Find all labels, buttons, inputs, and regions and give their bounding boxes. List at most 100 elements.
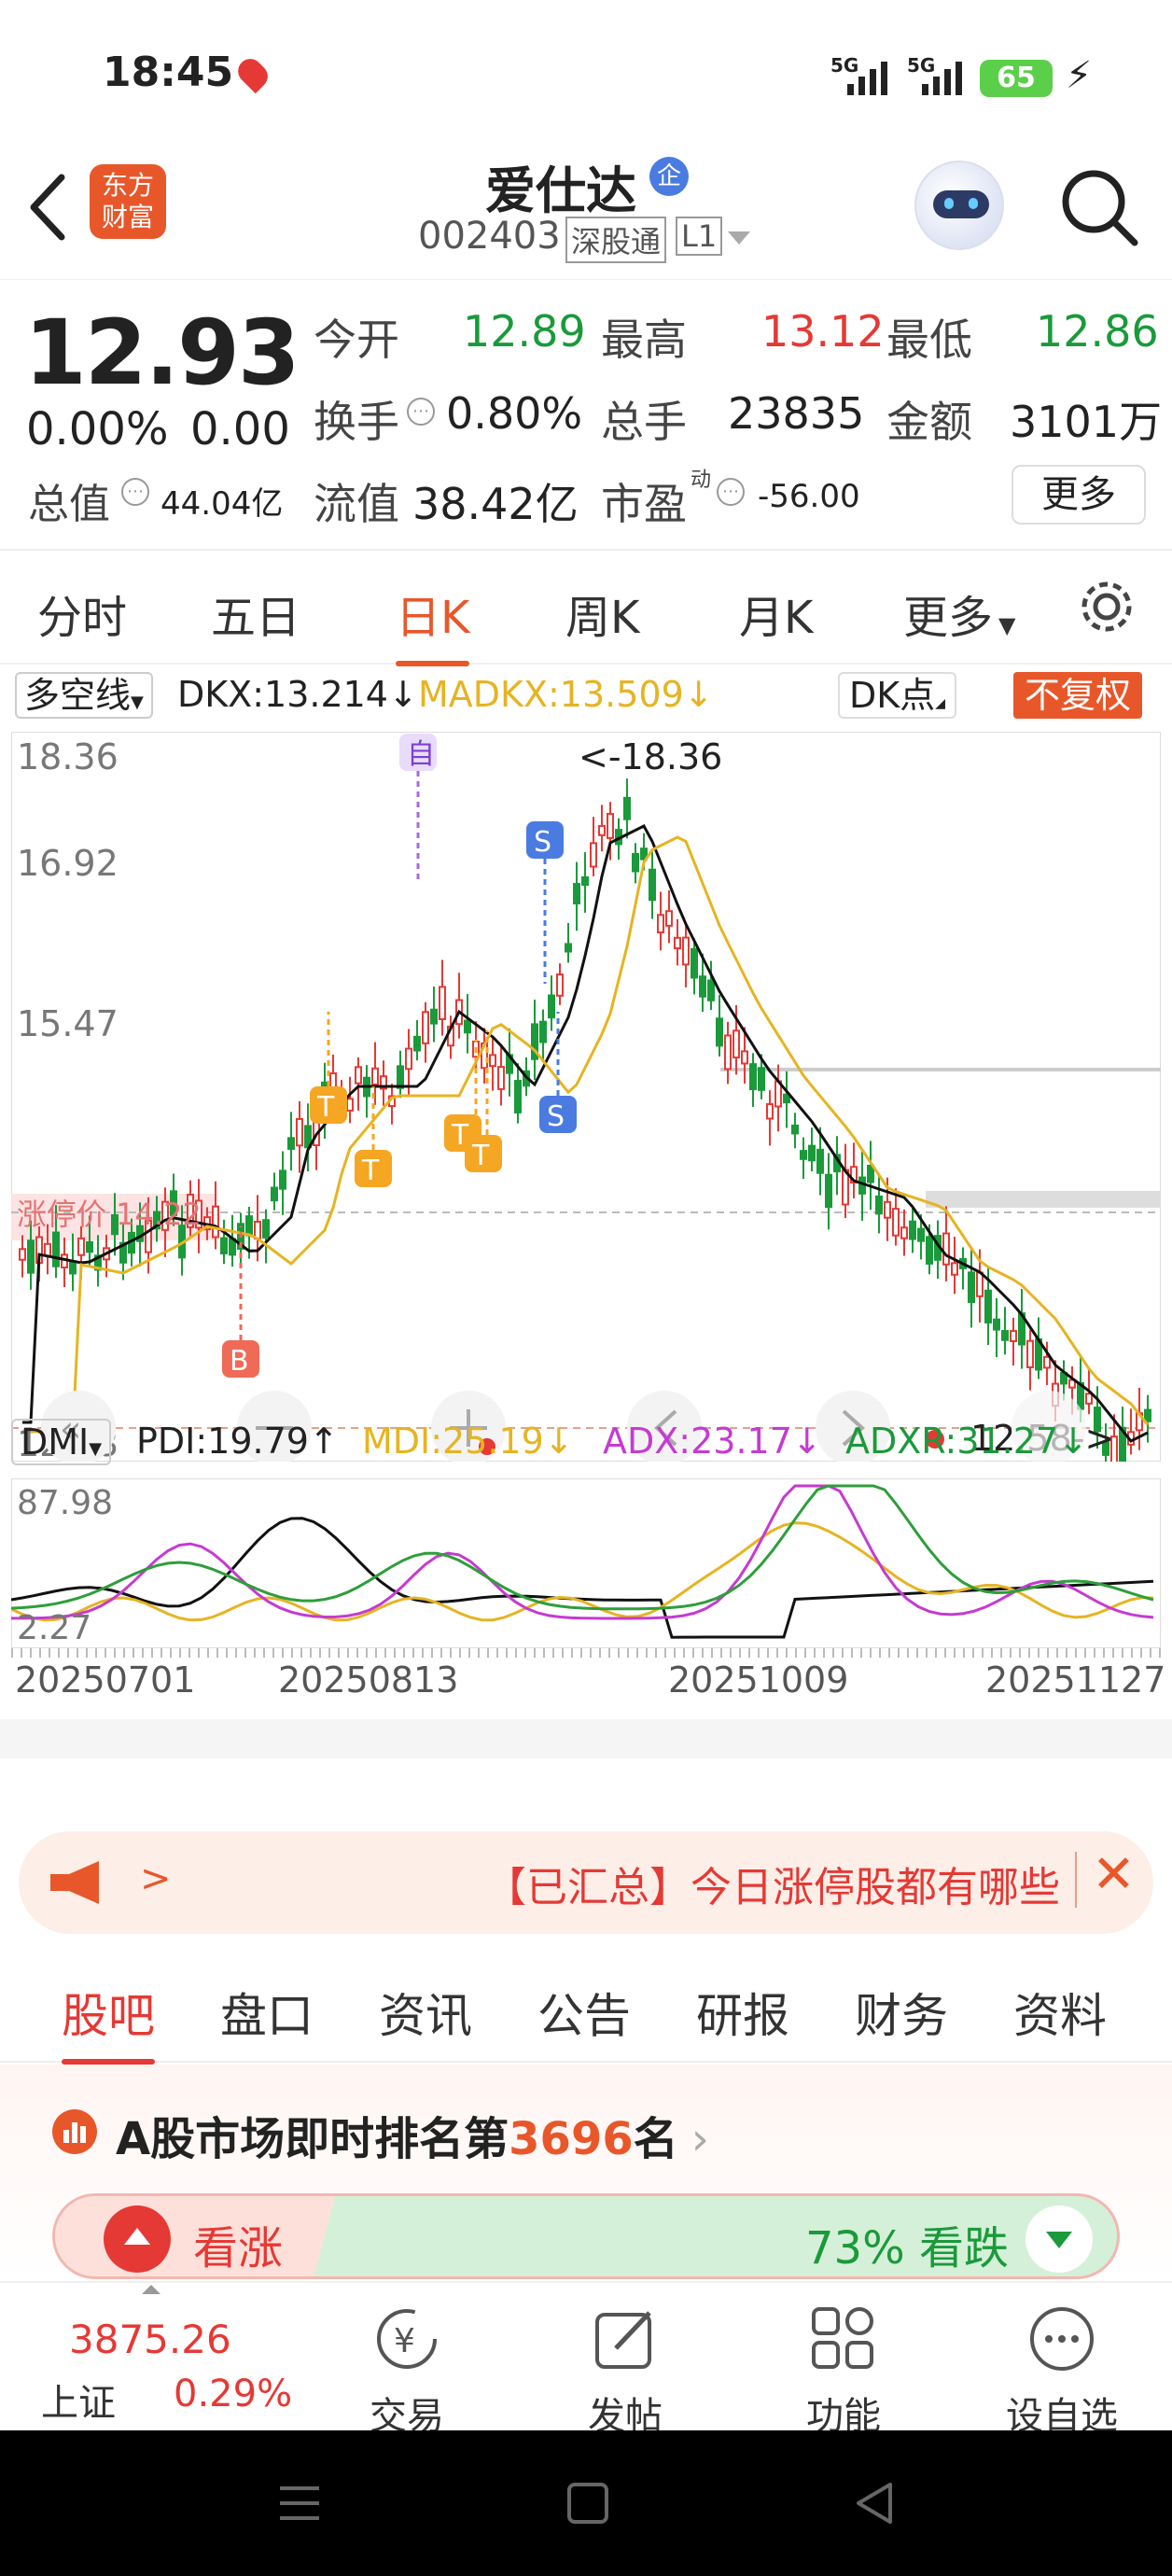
candle — [497, 1066, 505, 1090]
tab-research[interactable]: 研报 — [696, 1979, 789, 2046]
signal-icon-2 — [922, 62, 962, 95]
candle — [271, 1186, 278, 1202]
candle — [397, 1065, 404, 1089]
nav-functions[interactable]: 功能 — [769, 2302, 918, 2440]
candle — [598, 824, 606, 836]
rank-chart-icon — [52, 2109, 97, 2154]
dmi-select[interactable]: DMI▼ — [11, 1419, 112, 1465]
candle — [1144, 1408, 1151, 1422]
news-text[interactable]: 【已汇总】今日涨停股都有哪些 — [485, 1854, 1064, 1913]
pe-superscript: 动 — [691, 469, 712, 492]
news-ticker[interactable]: > 【已汇总】今日涨停股都有哪些 ✕ — [19, 1831, 1153, 1934]
candle — [371, 1067, 379, 1085]
tab-pankou[interactable]: 盘口 — [220, 1979, 314, 2046]
back-nav-icon[interactable] — [851, 2479, 898, 2527]
rank-text[interactable]: A股市场即时排名第3696名 › — [116, 2102, 709, 2167]
candle — [69, 1260, 77, 1275]
tab-guba[interactable]: 股吧 — [62, 1979, 155, 2065]
chevron-right-icon: › — [691, 2113, 709, 2165]
dropdown-icon[interactable] — [728, 231, 750, 245]
info-icon[interactable]: ⋯ — [121, 478, 149, 506]
close-icon[interactable]: ✕ — [1092, 1844, 1136, 1905]
tab-announcement[interactable]: 公告 — [537, 1979, 631, 2046]
rank-suffix: 名 — [633, 2113, 678, 2165]
index-value[interactable]: 3875.26 — [69, 2317, 231, 2362]
tab-more-label: 更多 — [903, 592, 994, 644]
rank-prefix: A股市场即时排名第 — [116, 2113, 509, 2165]
candle — [665, 910, 673, 927]
bear-button[interactable] — [1026, 2205, 1093, 2273]
sentiment-bar[interactable]: 看涨 73% 看跌 — [52, 2193, 1120, 2279]
market-tag: 深股通 — [565, 217, 667, 263]
more-circle-icon — [1030, 2307, 1094, 2371]
info-icon[interactable]: ⋯ — [407, 398, 435, 426]
yen-circle-icon: ¥ — [377, 2309, 437, 2369]
dk-point-button[interactable]: DK点◢ — [838, 672, 956, 719]
dmi-chart[interactable]: 87.98 2.27 — [11, 1478, 1161, 1648]
bull-button[interactable] — [104, 2205, 171, 2273]
adjust-button[interactable]: 不复权 — [1013, 672, 1143, 719]
candle — [430, 1008, 438, 1025]
nav-add-watchlist[interactable]: 设自选 — [987, 2302, 1137, 2440]
tab-profile[interactable]: 资料 — [1013, 1979, 1107, 2046]
candle — [917, 1227, 925, 1242]
content-tabs: 股吧 盘口 资讯 公告 研报 财务 资料 — [0, 1951, 1172, 2065]
nav-post[interactable]: 发帖 — [551, 2302, 700, 2440]
candle — [766, 1103, 774, 1120]
search-icon[interactable] — [1058, 166, 1142, 250]
date-axis-ticks — [11, 1648, 1161, 1658]
candle — [984, 1289, 992, 1323]
more-button[interactable]: 更多 — [1012, 465, 1146, 525]
float-label: 流值 — [314, 479, 399, 529]
app-logo[interactable]: 东方 财富 — [90, 164, 166, 239]
tab-finance[interactable]: 财务 — [855, 1979, 948, 2046]
candle — [590, 842, 597, 868]
candle — [346, 1098, 354, 1112]
logo-line-1: 东方 — [101, 170, 154, 201]
kline-chart[interactable]: 18.36 16.92 15.47 12.58 涨停价 14.22 <-18.3… — [11, 732, 1161, 1462]
corner-icon: ◢ — [935, 696, 945, 711]
caret-down-icon: ▼ — [131, 693, 144, 712]
menu-icon[interactable] — [276, 2483, 323, 2526]
nav-trade[interactable]: ¥ 交易 — [332, 2302, 481, 2440]
tab-news[interactable]: 资讯 — [379, 1979, 472, 2046]
indicator-select[interactable]: 多空线▼ — [15, 672, 153, 719]
tab-five-day[interactable]: 五日 — [211, 581, 300, 646]
candle — [791, 1124, 799, 1135]
tab-intraday[interactable]: 分时 — [37, 581, 127, 646]
pe-label: 市盈 — [601, 479, 687, 529]
candle — [539, 1020, 547, 1043]
tab-weekly-k[interactable]: 周K — [565, 581, 639, 646]
candle — [900, 1226, 908, 1239]
grid-icon — [812, 2307, 873, 2369]
tab-monthly-k[interactable]: 月K — [739, 581, 813, 646]
up-arrow-icon — [124, 2228, 150, 2245]
candle — [825, 1173, 832, 1209]
candle — [548, 994, 555, 1019]
candle — [976, 1271, 984, 1297]
mdi-value: MDI:25.19↓ — [362, 1421, 574, 1462]
low-value: 12.86 — [1036, 306, 1159, 357]
quote-panel: 12.93 0.00% 0.00 今开 12.89 最高 13.12 最低 12… — [0, 280, 1172, 551]
candle — [632, 852, 639, 873]
settings-gear-icon[interactable] — [1077, 577, 1137, 637]
robot-assistant-icon[interactable] — [914, 161, 1004, 250]
amount-label: 金额 — [886, 397, 972, 447]
resistance-band — [720, 1068, 1161, 1071]
candle — [716, 1017, 723, 1047]
tab-more[interactable]: 更多 ▼ — [903, 581, 1015, 646]
back-icon[interactable] — [24, 170, 71, 245]
pdi-value: PDI:19.79↑ — [136, 1421, 339, 1462]
home-icon[interactable] — [567, 2483, 608, 2524]
adx-value: ADX:23.17↓ — [603, 1421, 822, 1462]
candle — [816, 1148, 824, 1174]
t-marker-label: T — [316, 1091, 335, 1124]
madkx-value: MADKX:13.509↓ — [418, 674, 714, 715]
mktcap-value: 44.04亿 — [160, 485, 284, 523]
kline-chart-area[interactable]: 多空线▼ DKX:13.214↓ MADKX:13.509↓ DK点◢ 不复权 … — [0, 665, 1172, 1813]
date-label-1: 20250701 — [15, 1659, 196, 1701]
candle — [52, 1231, 60, 1267]
period-tabs: 分时 五日 日K 周K 月K 更多 ▼ — [0, 553, 1172, 666]
tab-daily-k[interactable]: 日K — [396, 581, 470, 666]
info-icon[interactable]: ⋯ — [717, 478, 745, 506]
